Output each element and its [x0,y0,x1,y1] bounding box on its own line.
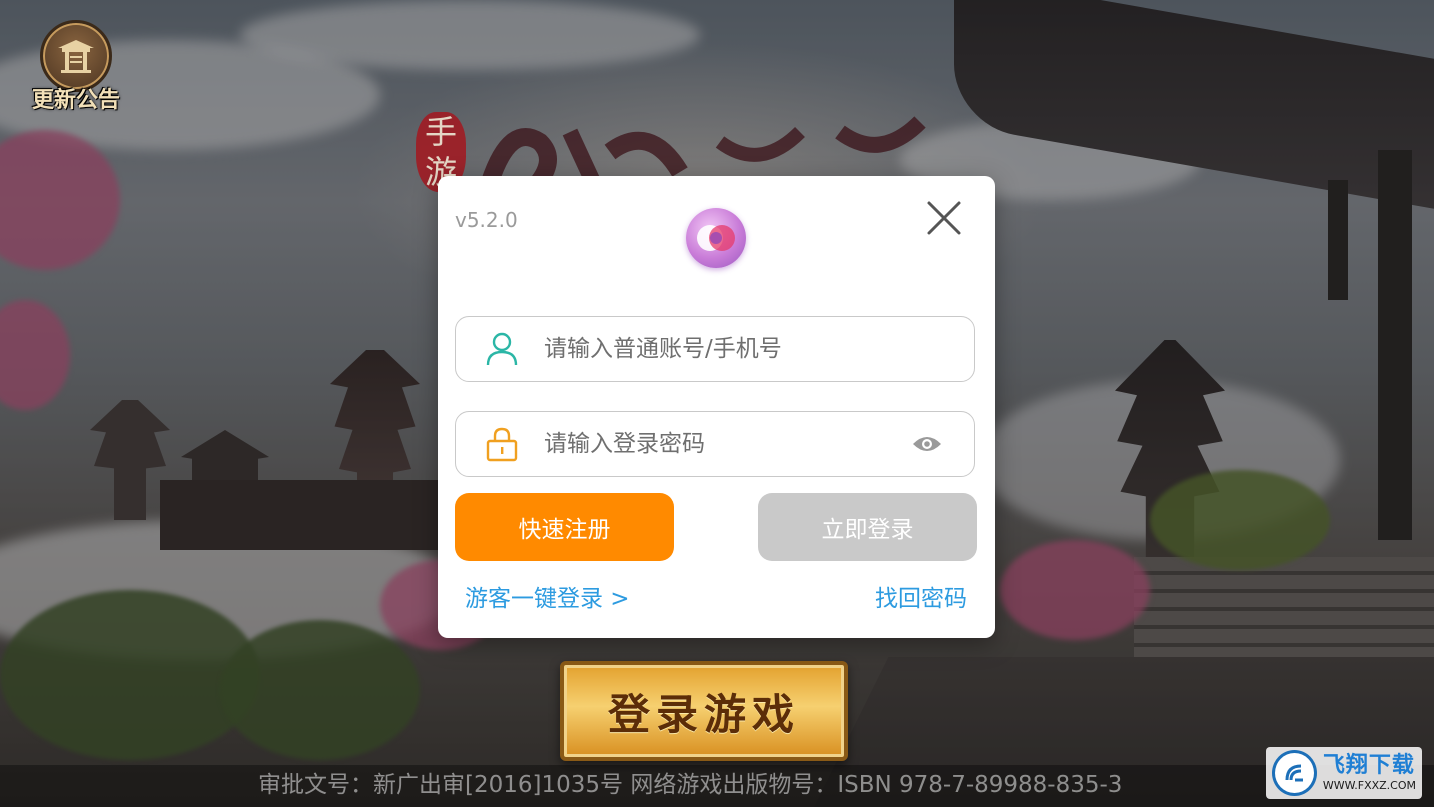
enter-game-button[interactable]: 登录游戏 [560,661,848,761]
guest-login-link[interactable]: 游客一键登录 > [465,579,630,613]
password-input[interactable] [542,430,910,458]
app-logo [686,208,746,268]
user-icon [482,329,522,369]
lock-glyph [486,427,518,462]
watermark-brand: 飞翔下载 [1322,753,1415,778]
account-field[interactable] [455,316,975,382]
account-input[interactable] [542,335,974,363]
login-now-button[interactable]: 立即登录 [758,493,977,561]
pavilion-glyph [58,40,94,73]
update-notice-button[interactable]: 更新公告 [30,20,122,114]
update-notice-label: 更新公告 [31,88,120,113]
login-dialog: v5.2.0 请输入普通账号/手机号 快速注册 立即登录 游客一键登录 > 找回… [438,176,995,638]
forgot-password-link[interactable]: 找回密码 [875,579,967,613]
watermark-logo-glyph [1285,764,1304,782]
close-icon [927,201,961,235]
eye-icon [913,437,941,451]
lock-icon [482,424,522,464]
watermark-url: WWW.FXXZ.COM [1322,779,1416,792]
watermark-logo-icon [1272,750,1317,796]
sdk-version: v5.2.0 [455,208,518,232]
quick-register-button[interactable]: 快速注册 [455,493,674,561]
app-logo-glyph [697,225,735,251]
password-field[interactable] [455,411,975,477]
approval-number-text: 审批文号：新广出审[2016]1035号 网络游戏出版物号：ISBN 978-7… [258,772,1123,798]
close-button[interactable] [924,198,964,238]
site-watermark: 飞翔下载 WWW.FXXZ.COM [1266,747,1422,799]
user-glyph [486,332,518,366]
show-password-toggle[interactable] [910,427,944,461]
